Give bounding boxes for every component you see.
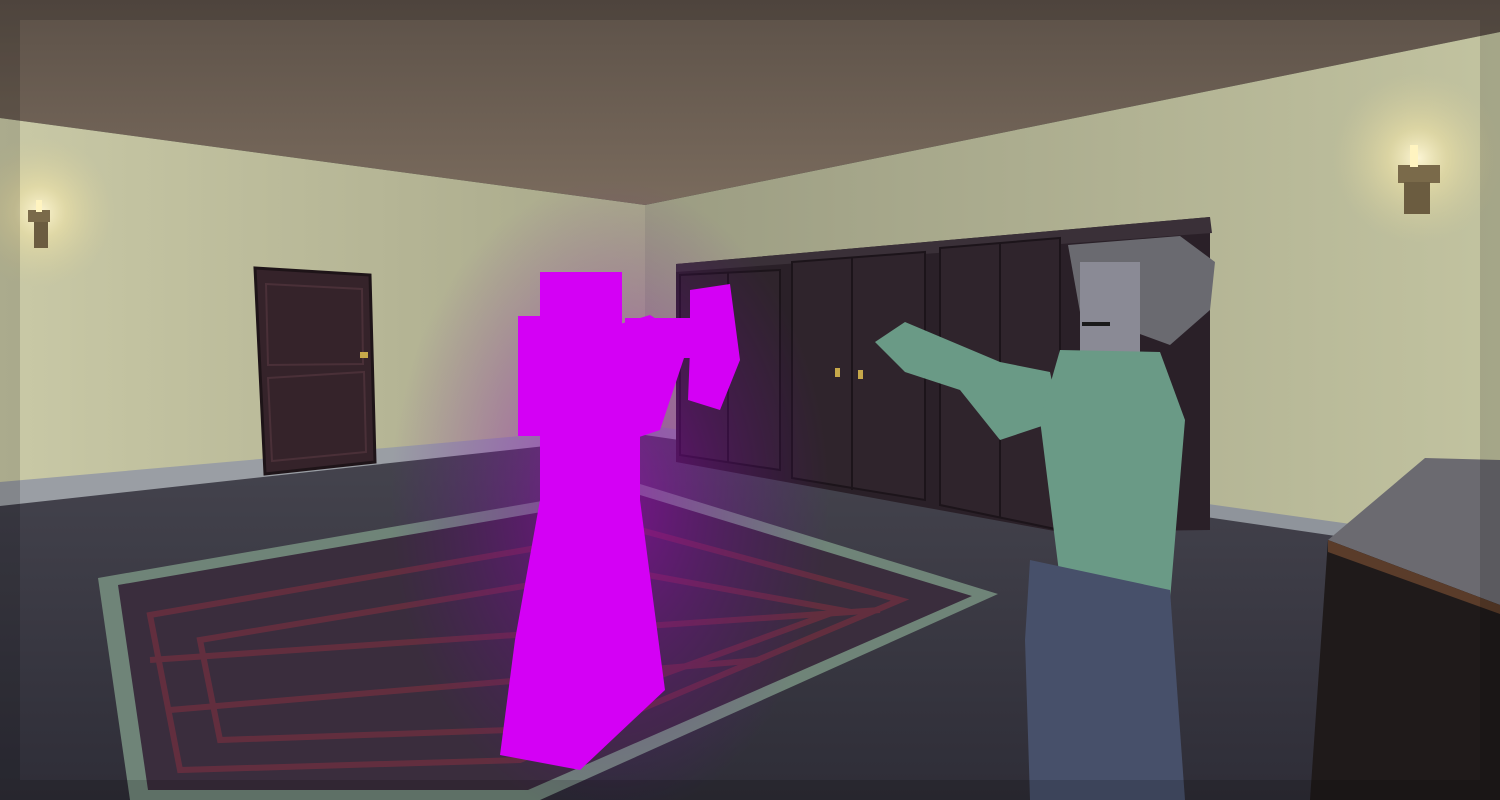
door-handle[interactable] <box>360 352 368 358</box>
scene-render <box>0 0 1500 800</box>
wardrobe-handle[interactable] <box>835 368 840 377</box>
zombie-head <box>1080 262 1140 352</box>
wooden-door[interactable] <box>253 266 377 476</box>
game-viewport[interactable] <box>0 0 1500 800</box>
wardrobe-handle[interactable] <box>858 370 863 379</box>
zombie-pants <box>1025 560 1185 800</box>
zombie-torso <box>1040 350 1185 600</box>
